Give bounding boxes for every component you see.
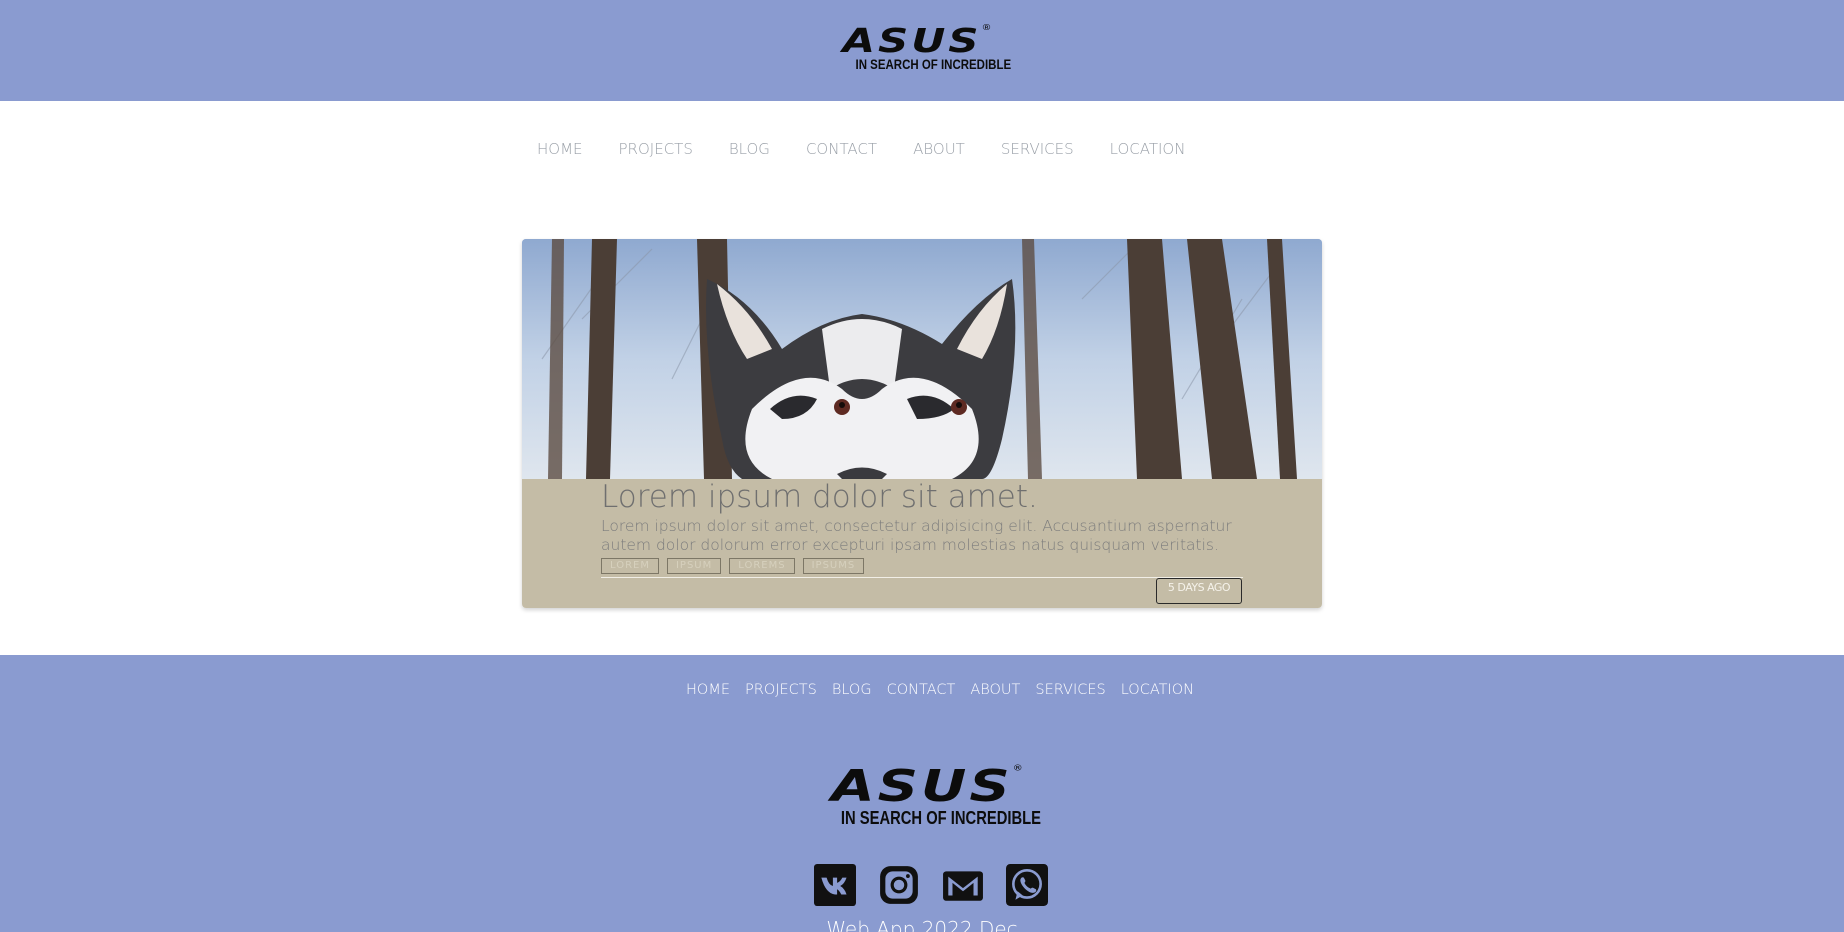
social-links xyxy=(814,864,1070,906)
tag-chip[interactable]: IPSUMS xyxy=(802,558,865,574)
copyright: Web App 2022 Dec xyxy=(826,917,1018,932)
nav-home[interactable]: HOME xyxy=(537,140,583,158)
footer-asus-logo[interactable]: ASUS® IN SEARCH OF INCREDIBLE xyxy=(822,759,1041,829)
footer-nav-contact[interactable]: CONTACT xyxy=(887,682,956,698)
nav-location[interactable]: LOCATION xyxy=(1110,140,1186,158)
site-footer: HOME PROJECTS BLOG CONTACT ABOUT SERVICE… xyxy=(0,655,1844,932)
whatsapp-icon[interactable] xyxy=(1006,864,1048,906)
divider xyxy=(601,577,1243,578)
logo-tagline: IN SEARCH OF INCREDIBLE xyxy=(855,56,1012,72)
post-age-badge: 5 DAYS AGO xyxy=(1156,578,1242,604)
footer-nav-projects[interactable]: PROJECTS xyxy=(745,682,817,698)
footer-nav-blog[interactable]: BLOG xyxy=(832,682,872,698)
tag-chip[interactable]: IPSUM xyxy=(666,558,722,574)
footer-nav: HOME PROJECTS BLOG CONTACT ABOUT SERVICE… xyxy=(686,682,1209,698)
site-header: ASUS® IN SEARCH OF INCREDIBLE xyxy=(0,0,1844,101)
tag-chip[interactable]: LOREM xyxy=(601,558,659,574)
footer-nav-services[interactable]: SERVICES xyxy=(1035,682,1105,698)
card-body: Lorem ipsum dolor sit amet. Lorem ipsum … xyxy=(522,479,1322,608)
card-excerpt: Lorem ipsum dolor sit amet, consectetur … xyxy=(601,517,1232,554)
vk-icon[interactable] xyxy=(814,864,856,906)
footer-nav-about[interactable]: ABOUT xyxy=(970,682,1020,698)
footer-nav-location[interactable]: LOCATION xyxy=(1121,682,1194,698)
gmail-icon[interactable] xyxy=(942,864,984,906)
nav-projects[interactable]: PROJECTS xyxy=(619,140,693,158)
card-title[interactable]: Lorem ipsum dolor sit amet. xyxy=(601,479,1038,515)
blog-card[interactable]: Lorem ipsum dolor sit amet. Lorem ipsum … xyxy=(522,239,1322,608)
husky-photo xyxy=(522,239,1322,479)
instagram-icon[interactable] xyxy=(878,864,920,906)
nav-blog[interactable]: BLOG xyxy=(729,140,770,158)
nav-services[interactable]: SERVICES xyxy=(1001,140,1074,158)
tag-list: LOREM IPSUM LOREMS IPSUMS xyxy=(601,558,872,574)
nav-about[interactable]: ABOUT xyxy=(913,140,965,158)
footer-nav-home[interactable]: HOME xyxy=(686,682,730,698)
main-nav: HOME PROJECTS BLOG CONTACT ABOUT SERVICE… xyxy=(537,140,1221,158)
asus-logo[interactable]: ASUS® IN SEARCH OF INCREDIBLE xyxy=(842,20,1012,72)
tag-chip[interactable]: LOREMS xyxy=(729,558,795,574)
nav-contact[interactable]: CONTACT xyxy=(806,140,877,158)
logo-tagline: IN SEARCH OF INCREDIBLE xyxy=(840,808,1041,828)
